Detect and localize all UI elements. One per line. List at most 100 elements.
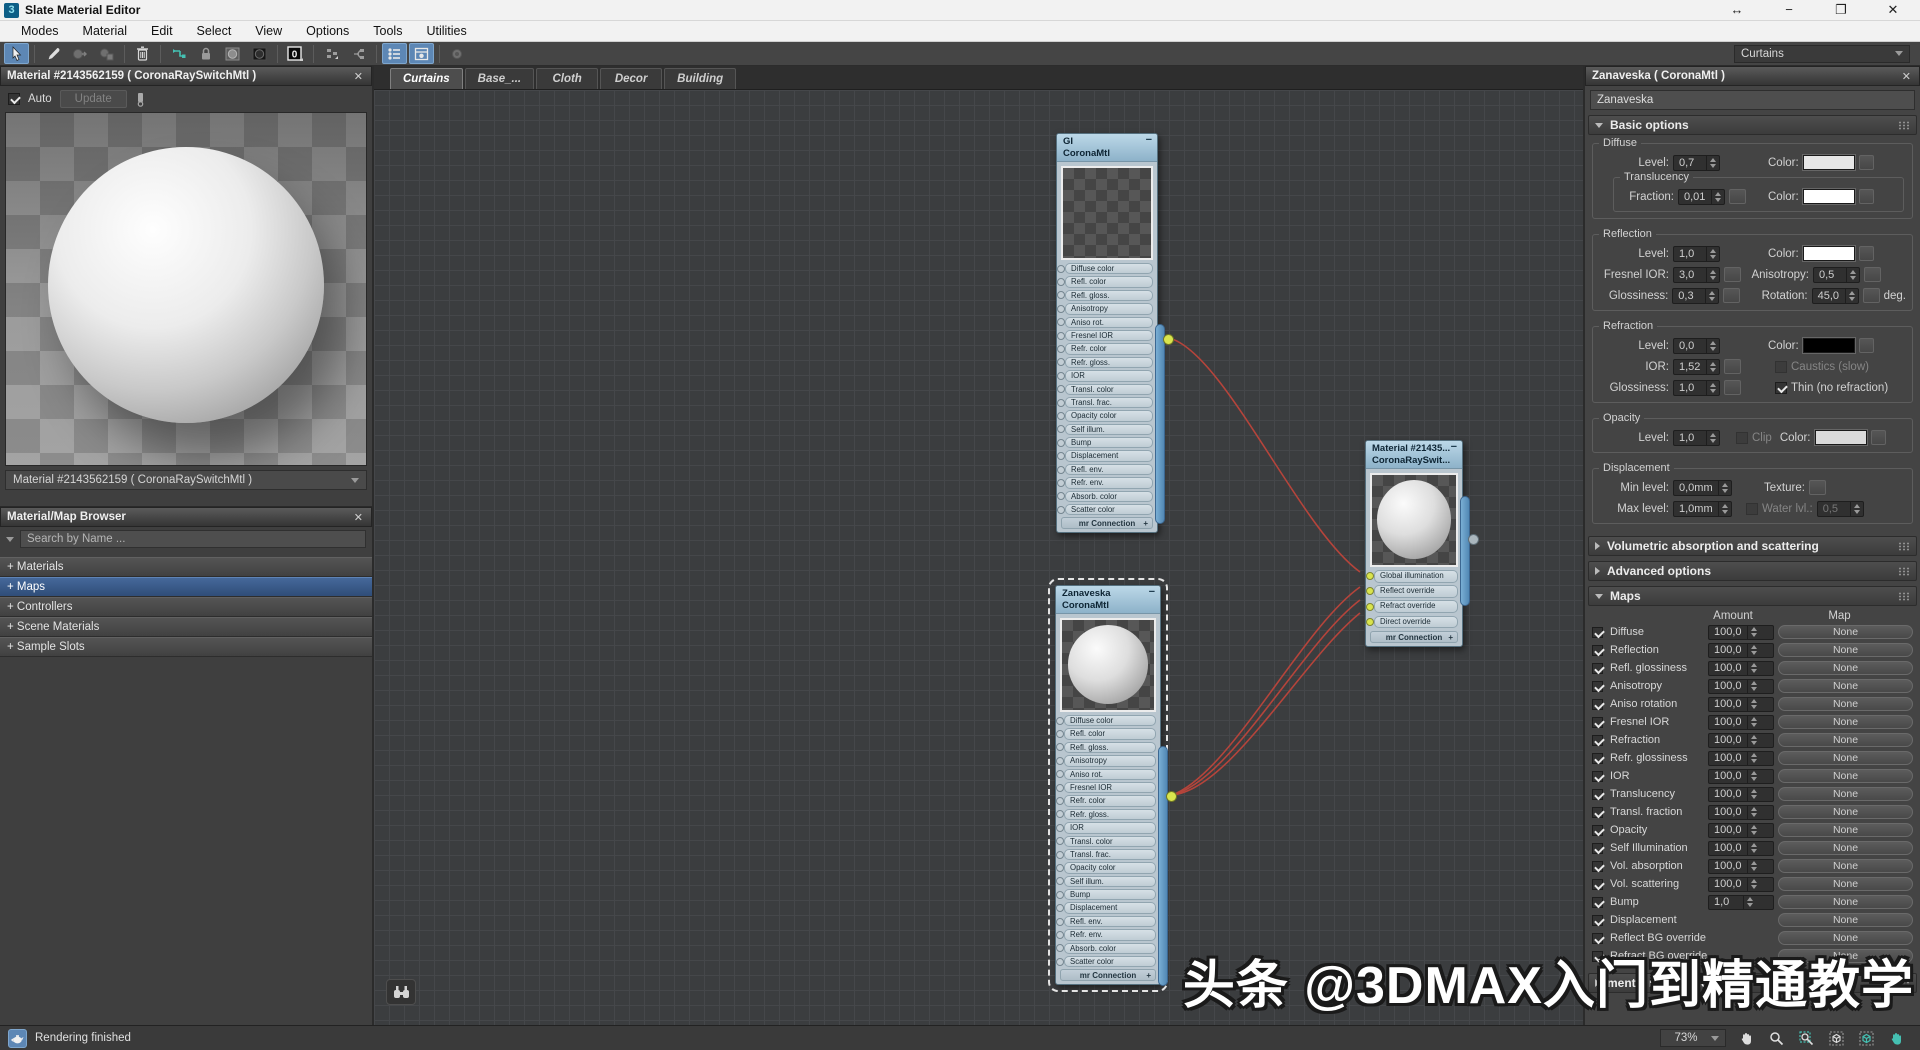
menu-select[interactable]: Select [186, 22, 243, 40]
maps-slot-button[interactable]: None [1778, 769, 1913, 783]
input-socket[interactable] [1056, 743, 1064, 751]
maps-enable-checkbox[interactable] [1592, 717, 1603, 728]
slot-refl--color[interactable]: Refl. color [1064, 728, 1156, 739]
slot-diffuse-color[interactable]: Diffuse color [1065, 263, 1153, 274]
input-socket[interactable] [1056, 918, 1064, 926]
slot-aniso-rot-[interactable]: Aniso rot. [1064, 769, 1156, 780]
input-socket[interactable] [1057, 305, 1065, 313]
maps-amount-spinner[interactable]: 100,0 [1708, 859, 1774, 874]
slot-refl--gloss-[interactable]: Refl. gloss. [1065, 290, 1153, 301]
menu-modes[interactable]: Modes [10, 22, 70, 40]
menu-utilities[interactable]: Utilities [415, 22, 477, 40]
reflection-glossiness-spinner[interactable]: 0,3 [1672, 288, 1719, 304]
browser-item-controllers[interactable]: + Controllers [0, 597, 372, 617]
slot-displacement[interactable]: Displacement [1065, 450, 1153, 461]
refraction-glossiness-map-button[interactable] [1724, 380, 1741, 395]
layout-children-button[interactable] [346, 43, 371, 64]
active-view-combo[interactable]: Curtains [1734, 45, 1910, 63]
node-footer-mr-connection[interactable]: mr Connection+ [1060, 969, 1156, 981]
input-socket[interactable] [1057, 506, 1065, 514]
caustics-checkbox[interactable] [1775, 361, 1787, 373]
maps-amount-spinner[interactable]: 100,0 [1708, 697, 1774, 712]
close-browser-button[interactable]: ✕ [352, 511, 365, 524]
water-level-spinner[interactable]: 0,5 [1817, 501, 1864, 517]
maps-enable-checkbox[interactable] [1592, 933, 1603, 944]
maps-enable-checkbox[interactable] [1592, 645, 1603, 656]
maps-amount-spinner[interactable]: 100,0 [1708, 679, 1774, 694]
menu-edit[interactable]: Edit [140, 22, 184, 40]
input-socket[interactable] [1057, 278, 1065, 286]
maps-amount-spinner[interactable]: 100,0 [1708, 877, 1774, 892]
fresnel-ior-map-button[interactable] [1724, 267, 1741, 282]
maps-enable-checkbox[interactable] [1592, 681, 1603, 692]
input-socket[interactable] [1056, 864, 1064, 872]
slot-scatter-color[interactable]: Scatter color [1064, 956, 1156, 967]
slot-opacity-color[interactable]: Opacity color [1065, 410, 1153, 421]
diffuse-level-spinner[interactable]: 0,7 [1673, 155, 1720, 171]
close-parameter-panel-button[interactable]: ✕ [1900, 70, 1913, 83]
menu-options[interactable]: Options [295, 22, 360, 40]
slot-fresnel-ior[interactable]: Fresnel IOR [1064, 782, 1156, 793]
maps-enable-checkbox[interactable] [1592, 663, 1603, 674]
slot-displacement[interactable]: Displacement [1064, 902, 1156, 913]
maps-enable-checkbox[interactable] [1592, 627, 1603, 638]
reflection-color-map-button[interactable] [1859, 246, 1874, 261]
zoom-extents-selected-button[interactable] [1856, 1028, 1876, 1048]
layout-all-button[interactable] [319, 43, 344, 64]
maps-slot-button[interactable]: None [1778, 679, 1913, 693]
node-minimize-button[interactable]: − [1149, 586, 1155, 598]
displacement-max-spinner[interactable]: 1,0mm [1673, 501, 1732, 517]
input-socket[interactable] [1057, 385, 1065, 393]
node-header[interactable]: Material #21435...CoronaRaySwit...− [1366, 441, 1462, 469]
slot-direct-override[interactable]: Direct override [1374, 616, 1458, 629]
displacement-texture-button[interactable] [1809, 480, 1826, 495]
anisotropy-spinner[interactable]: 0,5 [1813, 267, 1860, 283]
slot-reflect-override[interactable]: Reflect override [1374, 585, 1458, 598]
displacement-min-spinner[interactable]: 0,0mm [1673, 480, 1732, 496]
tab-base[interactable]: Base_... [465, 68, 534, 89]
maps-slot-button[interactable]: None [1778, 805, 1913, 819]
refraction-level-spinner[interactable]: 0,0 [1673, 338, 1720, 354]
slot-refl--gloss-[interactable]: Refl. gloss. [1064, 742, 1156, 753]
delete-selected-button[interactable] [130, 43, 155, 64]
slot-refl--env-[interactable]: Refl. env. [1065, 464, 1153, 475]
slot-transl--color[interactable]: Transl. color [1065, 384, 1153, 395]
slot-anisotropy[interactable]: Anisotropy [1065, 303, 1153, 314]
refraction-ior-map-button[interactable] [1724, 359, 1741, 374]
menu-view[interactable]: View [244, 22, 293, 40]
diffuse-color-swatch[interactable] [1803, 155, 1855, 170]
input-socket[interactable] [1056, 757, 1064, 765]
slot-refr--env-[interactable]: Refr. env. [1064, 929, 1156, 940]
slot-fresnel-ior[interactable]: Fresnel IOR [1065, 330, 1153, 341]
input-socket[interactable] [1057, 452, 1065, 460]
maximize-window-button[interactable]: ❐ [1832, 2, 1850, 18]
reflection-glossiness-map-button[interactable] [1723, 288, 1740, 303]
maps-slot-button[interactable]: None [1778, 751, 1913, 765]
slot-absorb--color[interactable]: Absorb. color [1064, 943, 1156, 954]
maps-enable-checkbox[interactable] [1592, 915, 1603, 926]
input-socket[interactable] [1366, 618, 1374, 626]
slot-aniso-rot-[interactable]: Aniso rot. [1065, 317, 1153, 328]
input-socket[interactable] [1056, 810, 1064, 818]
rotation-spinner[interactable]: 45,0 [1812, 288, 1859, 304]
slot-ior[interactable]: IOR [1064, 822, 1156, 833]
input-socket[interactable] [1057, 265, 1065, 273]
maps-enable-checkbox[interactable] [1592, 897, 1603, 908]
input-socket[interactable] [1056, 877, 1064, 885]
maps-enable-checkbox[interactable] [1592, 699, 1603, 710]
node-output-bar[interactable] [1158, 746, 1168, 986]
translucency-fraction-spinner[interactable]: 0,01 [1678, 189, 1725, 205]
input-socket[interactable] [1057, 466, 1065, 474]
move-children-button[interactable] [166, 43, 191, 64]
zoom-region-button[interactable] [1796, 1028, 1816, 1048]
show-backlight-button[interactable] [247, 43, 272, 64]
material-node-switch[interactable]: Material #21435...CoronaRaySwit...−Globa… [1365, 440, 1463, 647]
input-socket[interactable] [1057, 492, 1065, 500]
maps-enable-checkbox[interactable] [1592, 843, 1603, 854]
material-node-gi[interactable]: GICoronaMtl−Diffuse colorRefl. colorRefl… [1056, 133, 1158, 533]
expand-icon[interactable]: + [1448, 632, 1453, 643]
maps-amount-spinner[interactable]: 100,0 [1708, 715, 1774, 730]
slot-self-illum-[interactable]: Self illum. [1065, 424, 1153, 435]
slot-refl--color[interactable]: Refl. color [1065, 276, 1153, 287]
input-socket[interactable] [1057, 439, 1065, 447]
